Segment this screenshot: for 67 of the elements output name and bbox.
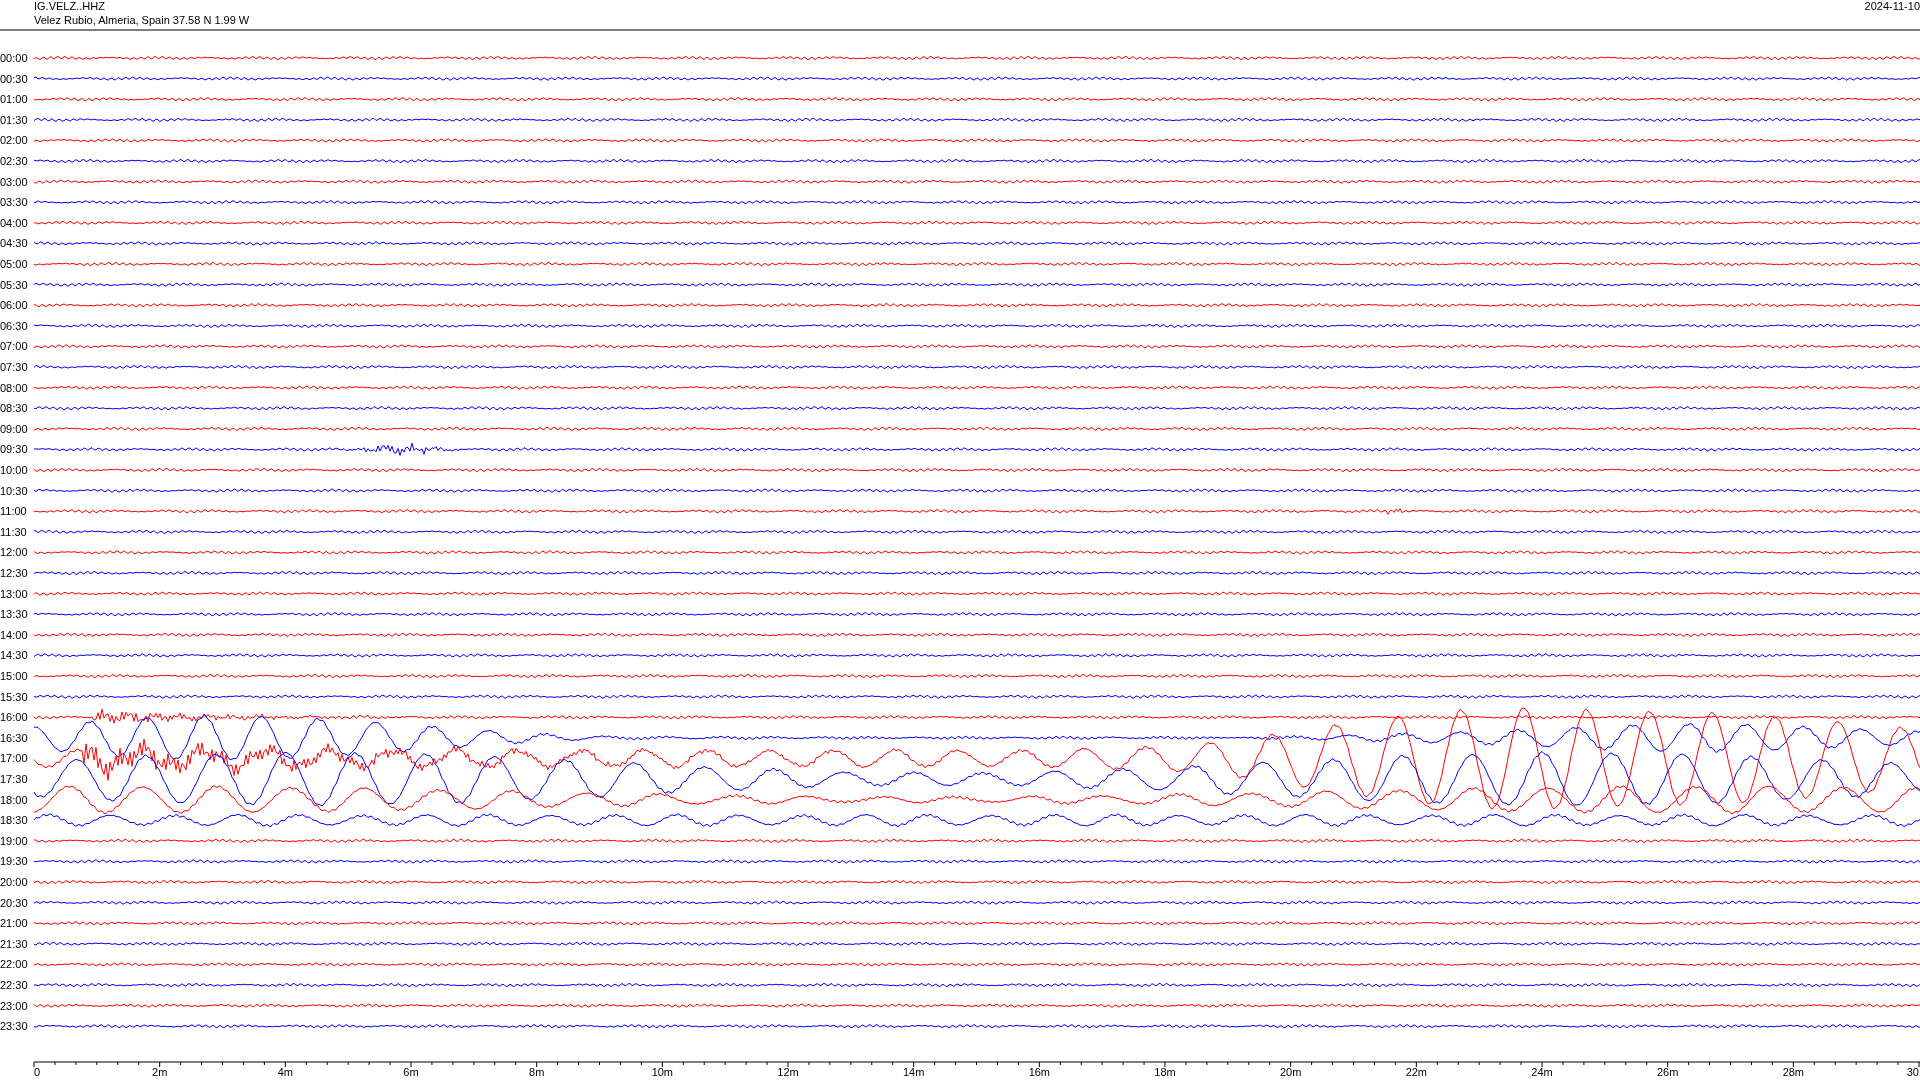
row-time-label: 21:30	[0, 937, 28, 950]
row-time-label: 22:30	[0, 979, 28, 991]
row-time-label: 20:30	[0, 896, 28, 909]
axis-tick-label: 20m	[1279, 1066, 1302, 1078]
axis-tick-label: 24m	[1531, 1066, 1553, 1078]
row-time-label: 12:30	[0, 567, 28, 579]
row-time-label: 23:00	[0, 999, 28, 1012]
row-time-label: 07:00	[0, 340, 28, 353]
row-time-label: 02:00	[0, 134, 28, 147]
row-time-label: 14:30	[0, 649, 28, 662]
row-time-label: 21:00	[0, 917, 28, 930]
row-time-label: 19:00	[0, 834, 28, 847]
axis-tick-label: 22m	[1405, 1066, 1428, 1078]
row-time-label: 16:00	[0, 711, 28, 724]
axis-tick-label: 2m	[152, 1066, 168, 1078]
axis-tick-label: 28m	[1782, 1066, 1805, 1078]
row-time-label: 12:00	[0, 546, 28, 559]
row-time-label: 16:30	[0, 731, 28, 744]
row-time-label: 18:30	[0, 814, 28, 827]
row-time-label: 11:30	[0, 525, 27, 538]
station-location: Velez Rubio, Almeria, Spain 37.58 N 1.99 W	[34, 14, 250, 26]
row-time-label: 15:30	[0, 690, 28, 703]
row-time-label: 04:00	[0, 216, 28, 229]
row-time-label: 01:30	[0, 113, 28, 126]
row-time-label: 07:30	[0, 361, 28, 373]
axis-tick-label: 26m	[1656, 1066, 1679, 1078]
row-time-label: 09:30	[0, 443, 28, 456]
row-time-label: 00:30	[0, 72, 28, 85]
plot-date: 2024-11-10	[1864, 0, 1920, 12]
row-time-label: 09:00	[0, 422, 28, 435]
row-time-label: 05:00	[0, 258, 28, 270]
row-time-label: 04:30	[0, 237, 28, 250]
row-time-label: 05:30	[0, 278, 28, 291]
axis-tick-label: 4m	[277, 1066, 293, 1078]
row-time-label: 15:00	[0, 670, 28, 682]
row-time-label: 01:00	[0, 93, 28, 106]
axis-tick-label: 6m	[403, 1066, 419, 1078]
axis-tick-label: 16m	[1028, 1066, 1051, 1078]
row-time-label: 03:30	[0, 196, 28, 209]
axis-tick-label: 10m	[651, 1066, 674, 1078]
axis-tick-label: 12m	[777, 1066, 799, 1078]
row-time-label: 02:30	[0, 155, 28, 167]
row-time-label: 10:00	[0, 464, 28, 476]
axis-tick-label: 8m	[529, 1066, 545, 1078]
row-time-label: 20:00	[0, 876, 28, 888]
axis-tick-label: 30	[1906, 1066, 1919, 1078]
axis-tick-label: 18m	[1154, 1066, 1176, 1078]
row-time-label: 17:00	[0, 752, 28, 765]
row-time-label: 23:30	[0, 1020, 28, 1033]
row-time-label: 14:00	[0, 628, 28, 641]
row-time-label: 10:30	[0, 484, 28, 497]
row-time-label: 06:30	[0, 319, 28, 332]
row-time-label: 11:00	[0, 505, 27, 518]
row-time-label: 17:30	[0, 773, 28, 785]
row-time-label: 18:00	[0, 793, 28, 806]
row-time-label: 13:00	[0, 587, 28, 600]
row-time-label: 13:30	[0, 608, 28, 621]
row-time-label: 08:30	[0, 402, 28, 415]
row-time-label: 08:00	[0, 381, 28, 394]
station-code: IG.VELZ..HHZ	[34, 0, 105, 12]
row-time-label: 00:00	[0, 52, 28, 64]
axis-tick-label: 0	[34, 1066, 41, 1078]
row-time-label: 22:00	[0, 958, 28, 971]
row-time-label: 06:00	[0, 299, 28, 312]
row-time-label: 03:00	[0, 175, 28, 188]
axis-tick-label: 14m	[902, 1066, 925, 1078]
row-time-label: 19:30	[0, 855, 28, 868]
